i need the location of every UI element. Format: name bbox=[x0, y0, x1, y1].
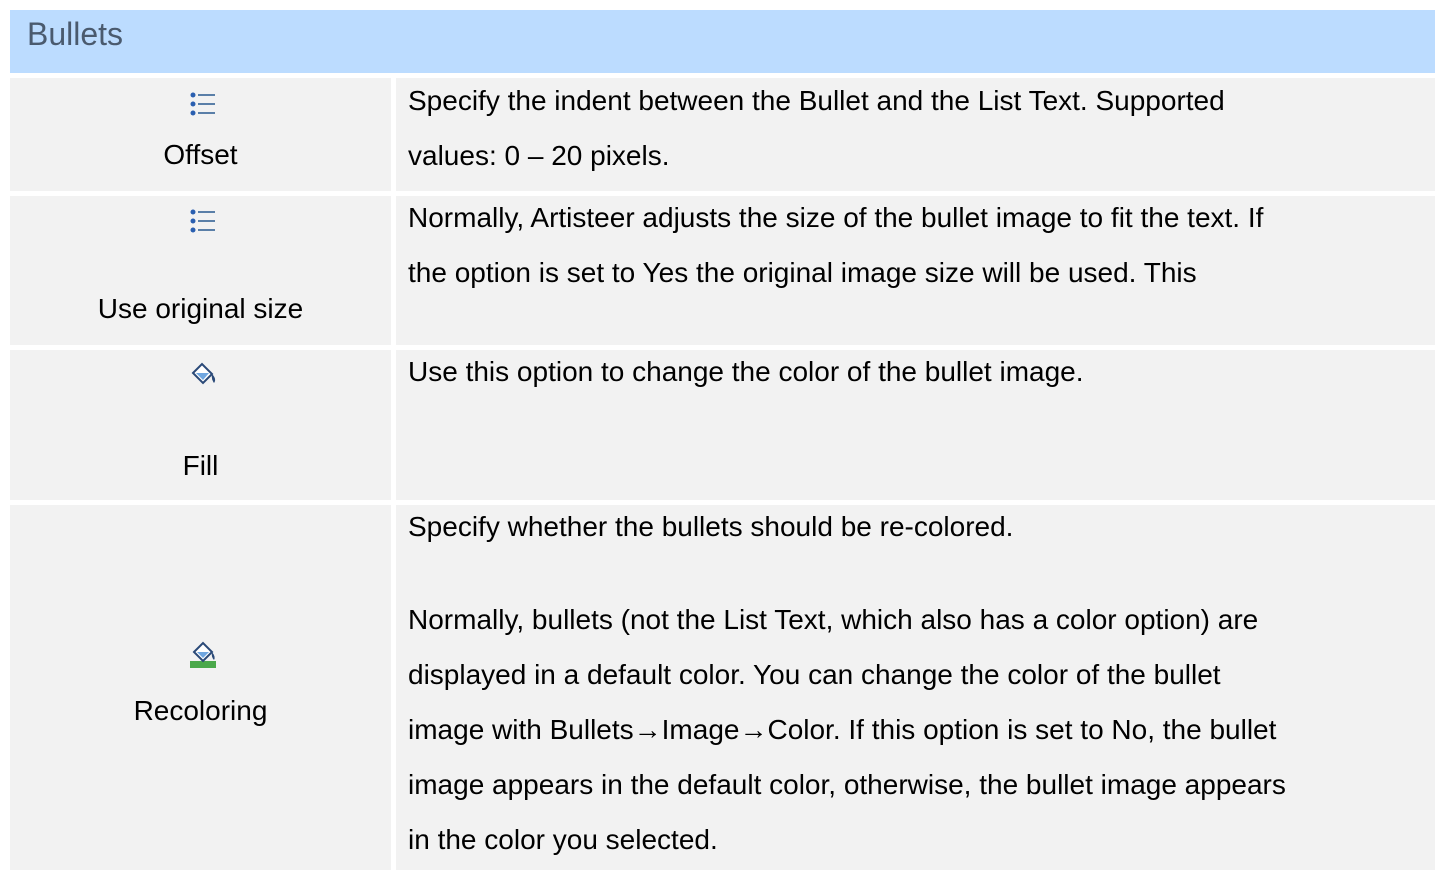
bulleted-list-icon bbox=[187, 205, 219, 237]
option-label: Offset bbox=[163, 139, 238, 170]
option-label: Recoloring bbox=[133, 695, 268, 726]
option-label-cell: Use original size bbox=[10, 196, 391, 345]
option-label: Fill bbox=[182, 450, 219, 481]
option-description: Specify the indent between the Bullet an… bbox=[396, 78, 1435, 191]
description-line: Use this option to change the color of t… bbox=[408, 356, 1084, 387]
option-label-cell: Offset bbox=[10, 78, 391, 191]
option-label-cell: Recoloring bbox=[10, 505, 391, 870]
bulleted-list-icon bbox=[187, 88, 219, 120]
description-line: Normally, bullets (not the List Text, wh… bbox=[408, 604, 1259, 635]
section-title: Bullets bbox=[10, 10, 1435, 73]
option-description: Specify whether the bullets should be re… bbox=[396, 505, 1435, 870]
description-line: displayed in a default color. You can ch… bbox=[408, 659, 1221, 690]
option-row-fill: Fill Use this option to change the color… bbox=[10, 350, 1435, 500]
option-row-recoloring: Recoloring Specify whether the bullets s… bbox=[10, 505, 1435, 870]
option-label: Use original size bbox=[97, 293, 304, 324]
bullets-help-page: Bullets Offset Specify the indent betwee… bbox=[0, 0, 1435, 870]
recolor-bucket-icon bbox=[187, 639, 219, 671]
description-line: values: 0 – 20 pixels. bbox=[408, 140, 670, 171]
description-line: Specify the indent between the Bullet an… bbox=[408, 85, 1225, 116]
option-row-offset: Offset Specify the indent between the Bu… bbox=[10, 78, 1435, 191]
description-line: image appears in the default color, othe… bbox=[408, 769, 1286, 800]
description-line: the option is set to Yes the original im… bbox=[408, 257, 1197, 288]
option-row-use-original-size: Use original size Normally, Artisteer ad… bbox=[10, 196, 1435, 345]
description-line: Normally, Artisteer adjusts the size of … bbox=[408, 202, 1264, 233]
description-line: image with Bullets→Image→Color. If this … bbox=[408, 714, 1277, 745]
option-label-cell: Fill bbox=[10, 350, 391, 500]
description-line: Specify whether the bullets should be re… bbox=[408, 511, 1014, 542]
option-description: Normally, Artisteer adjusts the size of … bbox=[396, 196, 1435, 345]
option-description: Use this option to change the color of t… bbox=[396, 350, 1435, 500]
description-line: in the color you selected. bbox=[408, 824, 718, 855]
paint-bucket-icon bbox=[187, 359, 219, 391]
